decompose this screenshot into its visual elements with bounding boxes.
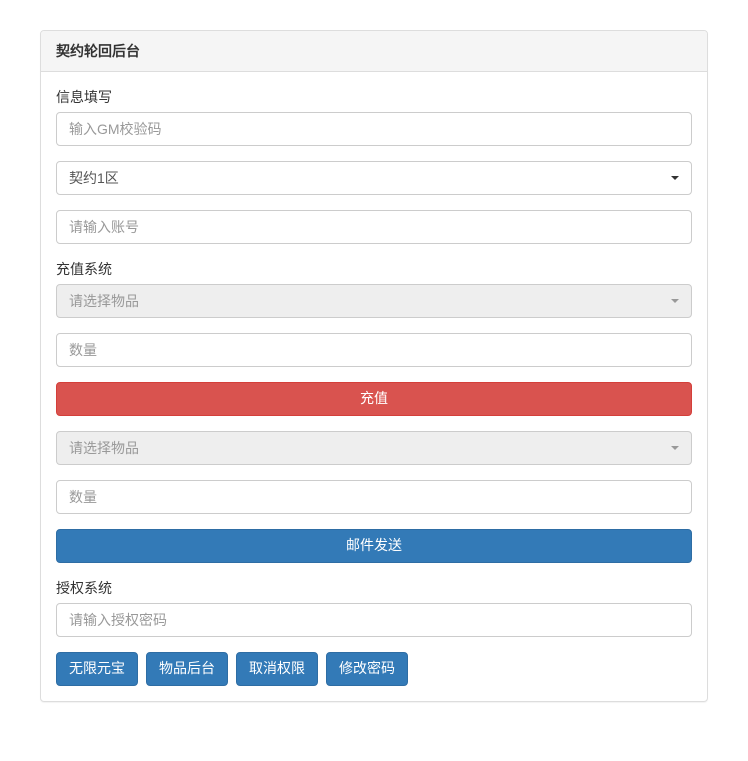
caret-down-icon bbox=[671, 176, 679, 180]
recharge-button[interactable]: 充值 bbox=[56, 382, 692, 416]
auth-password-input[interactable] bbox=[56, 603, 692, 637]
panel-body: 信息填写 契约1区 充值系统 请选择物品 充值 bbox=[41, 72, 707, 701]
revoke-permission-button[interactable]: 取消权限 bbox=[236, 652, 318, 686]
caret-down-icon bbox=[671, 446, 679, 450]
change-password-button[interactable]: 修改密码 bbox=[326, 652, 408, 686]
server-select[interactable]: 契约1区 bbox=[56, 161, 692, 195]
action-button-row: 无限元宝 物品后台 取消权限 修改密码 bbox=[56, 652, 692, 686]
panel-title: 契约轮回后台 bbox=[41, 31, 707, 72]
item-admin-button[interactable]: 物品后台 bbox=[146, 652, 228, 686]
unlimited-gold-button[interactable]: 无限元宝 bbox=[56, 652, 138, 686]
recharge-item-select[interactable]: 请选择物品 bbox=[56, 284, 692, 318]
info-section-label: 信息填写 bbox=[56, 87, 112, 107]
account-input[interactable] bbox=[56, 210, 692, 244]
recharge-section-label: 充值系统 bbox=[56, 259, 112, 279]
mail-quantity-input[interactable] bbox=[56, 480, 692, 514]
auth-section-label: 授权系统 bbox=[56, 578, 112, 598]
caret-down-icon bbox=[671, 299, 679, 303]
gm-code-input[interactable] bbox=[56, 112, 692, 146]
recharge-item-select-placeholder: 请选择物品 bbox=[69, 291, 671, 311]
recharge-quantity-input[interactable] bbox=[56, 333, 692, 367]
mail-item-select[interactable]: 请选择物品 bbox=[56, 431, 692, 465]
admin-panel: 契约轮回后台 信息填写 契约1区 充值系统 请选择物品 充值 bbox=[40, 30, 708, 702]
mail-item-select-placeholder: 请选择物品 bbox=[69, 438, 671, 458]
server-select-value: 契约1区 bbox=[69, 168, 671, 188]
mail-send-button[interactable]: 邮件发送 bbox=[56, 529, 692, 563]
